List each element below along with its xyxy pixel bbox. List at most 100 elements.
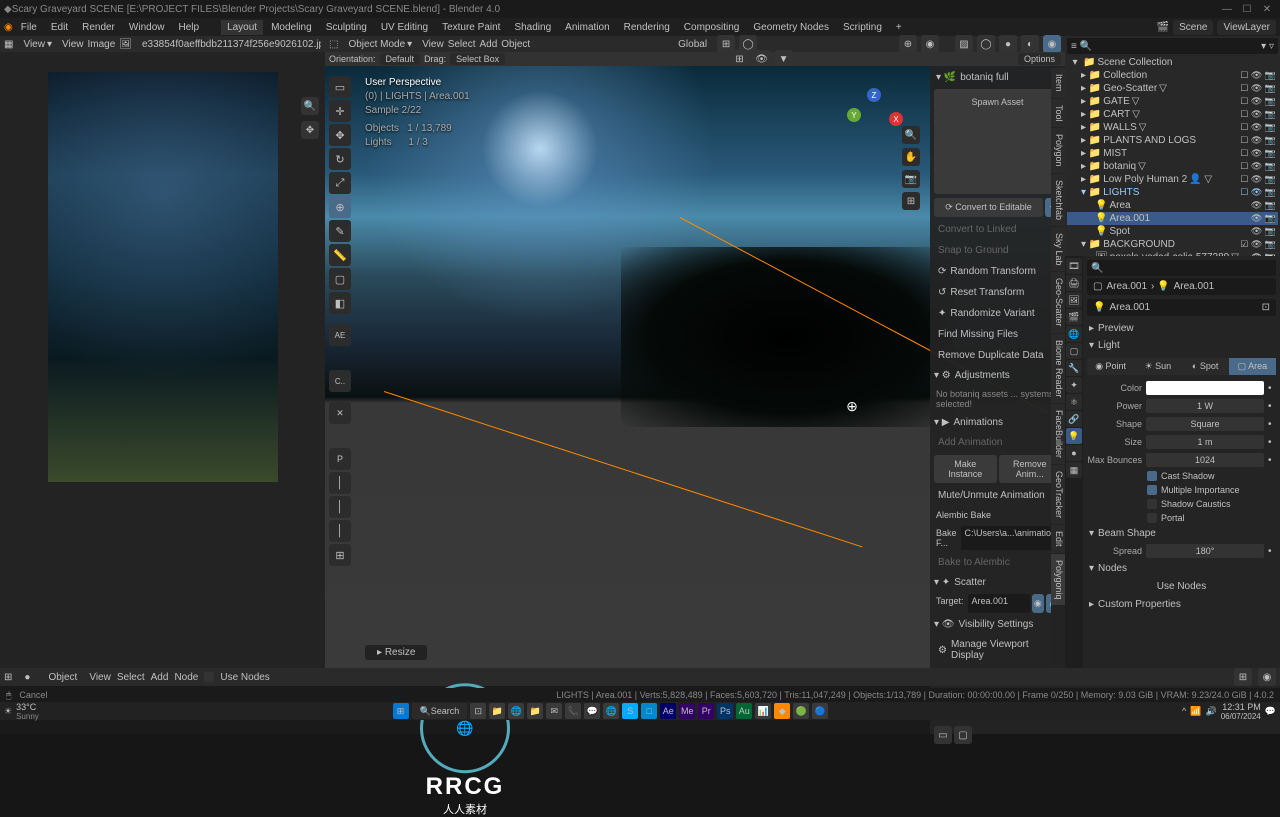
tool-extra[interactable]: ◧	[329, 292, 351, 314]
orientation-value[interactable]: Default	[380, 53, 421, 65]
outliner-geoscatter[interactable]: ▸ 📁 Geo-Scatter ▽☐ 👁 📷	[1067, 82, 1278, 95]
taskbar-app3[interactable]: 📁	[527, 703, 543, 719]
shape-select[interactable]: Square	[1146, 417, 1264, 431]
taskbar-app8[interactable]: □	[641, 703, 657, 719]
tab-sketchfab[interactable]: Sketchfab	[1051, 174, 1065, 226]
menu-window[interactable]: Window	[123, 20, 171, 35]
menu-edit[interactable]: Edit	[45, 20, 74, 35]
taskbar-me[interactable]: Me	[679, 703, 695, 719]
mode-selector[interactable]: Object Mode ▾	[342, 38, 418, 51]
taskbar-app10[interactable]: 🟢	[793, 703, 809, 719]
vp-menu-view[interactable]: View	[422, 39, 444, 50]
nodes-object[interactable]: Object	[42, 671, 83, 684]
zoom-nav-icon[interactable]: 🔍	[902, 126, 920, 144]
node-tool1[interactable]: ▭	[934, 726, 952, 744]
light-type-spot[interactable]: ◐ Spot	[1182, 358, 1229, 375]
properties-search[interactable]: 🔍	[1087, 260, 1276, 276]
proptab-particles[interactable]: ✦	[1066, 377, 1082, 393]
sidetab-extra4[interactable]: ⊞	[329, 544, 351, 566]
proptab-physics[interactable]: ⚛	[1066, 394, 1082, 410]
menu-help[interactable]: Help	[172, 20, 205, 35]
outliner-mist[interactable]: ▸ 📁 MIST☐ 👁 📷	[1067, 147, 1278, 160]
convert-linked-button[interactable]: Convert to Linked	[934, 221, 1061, 238]
randomize-variant-button[interactable]: ✦ Randomize Variant	[934, 305, 1061, 322]
proptab-material[interactable]: ●	[1066, 445, 1082, 461]
close-button[interactable]: ✕	[1258, 2, 1276, 16]
outliner-area[interactable]: 💡 Area👁 📷	[1067, 199, 1278, 212]
multi-importance-check[interactable]	[1147, 485, 1157, 495]
tray-volume-icon[interactable]: 🔊	[1206, 706, 1217, 717]
maximize-button[interactable]: ☐	[1238, 2, 1256, 16]
snap-ground-button[interactable]: Snap to Ground	[934, 242, 1061, 259]
tab-polygoniq[interactable]: Polygoniq	[1051, 554, 1065, 606]
proptab-output[interactable]: 🖨	[1066, 275, 1082, 291]
tab-facebuilder[interactable]: FaceBuilder	[1051, 404, 1065, 464]
sidetab-extra2[interactable]: │	[329, 496, 351, 518]
bake-alembic-button[interactable]: Bake to Alembic	[934, 554, 1061, 571]
taskbar-app6[interactable]: 💬	[584, 703, 600, 719]
light-type-sun[interactable]: ☀ Sun	[1134, 358, 1181, 375]
proptab-modifiers[interactable]: 🔧	[1066, 360, 1082, 376]
tab-biome[interactable]: Biome Reader	[1051, 334, 1065, 404]
menu-render[interactable]: Render	[76, 20, 121, 35]
power-input[interactable]: 1 W	[1146, 399, 1264, 413]
drag-value[interactable]: Select Box	[450, 53, 505, 65]
light-section[interactable]: ▾ Light	[1087, 337, 1276, 354]
preview-section[interactable]: ▸ Preview	[1087, 320, 1276, 337]
workspace-geonodes[interactable]: Geometry Nodes	[747, 20, 835, 35]
convert-editable-button[interactable]: ⟳ Convert to Editable	[934, 198, 1043, 217]
sidetab-extra1[interactable]: │	[329, 472, 351, 494]
workspace-scripting[interactable]: Scripting	[837, 20, 888, 35]
outliner-area001[interactable]: 💡 Area.001👁 📷	[1067, 212, 1278, 225]
image-picker-icon[interactable]: 🖼	[119, 39, 132, 50]
taskbar-pr[interactable]: Pr	[698, 703, 714, 719]
taskbar-app9[interactable]: 📊	[755, 703, 771, 719]
shading-matprev-icon[interactable]: ◐	[1021, 35, 1039, 53]
tab-edit[interactable]: Edit	[1051, 525, 1065, 553]
options-dropdown[interactable]: Options	[1018, 53, 1061, 65]
outliner-cart[interactable]: ▸ 📁 CART ▽☐ 👁 📷	[1067, 108, 1278, 121]
tool-cursor[interactable]: ✛	[329, 100, 351, 122]
add-animation-button[interactable]: Add Animation	[934, 434, 1061, 451]
image-viewport[interactable]: 🔍 ✥	[0, 52, 325, 668]
nodes-snap-icon[interactable]: ⊞	[1234, 668, 1252, 686]
tool-select[interactable]: ▭	[329, 76, 351, 98]
outliner-search[interactable]: ≡ 🔍▾ ▿	[1067, 38, 1278, 54]
scatter-section[interactable]: ▾ ✦ Scatter	[934, 575, 1061, 590]
sidetab-extra3[interactable]: │	[329, 520, 351, 542]
taskbar-chrome[interactable]: 🌐	[603, 703, 619, 719]
shadow-caustics-check[interactable]	[1147, 499, 1157, 509]
vp-menu-object[interactable]: Object	[501, 39, 530, 50]
taskbar-app2[interactable]: 🌐	[508, 703, 524, 719]
nodes-type[interactable]: ●	[18, 671, 36, 684]
nodes-menu-select[interactable]: Select	[117, 672, 145, 683]
node-tool2[interactable]: ▢	[954, 726, 972, 744]
sidetab-ae[interactable]: AE	[329, 324, 351, 346]
tab-tool[interactable]: Tool	[1051, 99, 1065, 128]
workspace-sculpting[interactable]: Sculpting	[320, 20, 373, 35]
weather-widget[interactable]: ☀ 33°C Sunny	[4, 702, 39, 721]
workspace-texpaint[interactable]: Texture Paint	[436, 20, 506, 35]
outliner-spot[interactable]: 💡 Spot👁 📷	[1067, 225, 1278, 238]
image-menu-image[interactable]: Image	[87, 39, 115, 50]
tab-geoscatter[interactable]: Geo-Scatter	[1051, 272, 1065, 333]
proptab-texture[interactable]: ▦	[1066, 462, 1082, 478]
camera-nav-icon[interactable]: 📷	[902, 170, 920, 188]
image-filename[interactable]: e33854f0aeffbdb211374f256e9026102.jpg	[136, 38, 321, 51]
mute-unmute-button[interactable]: Mute/Unmute Animation	[934, 487, 1061, 504]
workspace-layout[interactable]: Layout	[221, 20, 263, 35]
proptab-render[interactable]: 🎞	[1066, 258, 1082, 274]
nodes-menu-view[interactable]: View	[89, 672, 111, 683]
tab-polygon[interactable]: Polygon	[1051, 128, 1065, 173]
outliner-background[interactable]: ▾ 📁 BACKGROUND☑ 👁 📷	[1067, 238, 1278, 251]
image-menu-view[interactable]: View	[62, 39, 84, 50]
editor-type-icon[interactable]: ▦	[4, 39, 13, 50]
workspace-compositing[interactable]: Compositing	[678, 20, 746, 35]
size-input[interactable]: 1 m	[1146, 435, 1264, 449]
outliner-gate[interactable]: ▸ 📁 GATE ▽☐ 👁 📷	[1067, 95, 1278, 108]
sidetab-c[interactable]: C..	[329, 370, 351, 392]
spread-input[interactable]: 180°	[1146, 544, 1264, 558]
maxbounces-input[interactable]: 1024	[1146, 453, 1264, 467]
workspace-shading[interactable]: Shading	[508, 20, 557, 35]
use-nodes-toggle[interactable]	[204, 672, 214, 682]
